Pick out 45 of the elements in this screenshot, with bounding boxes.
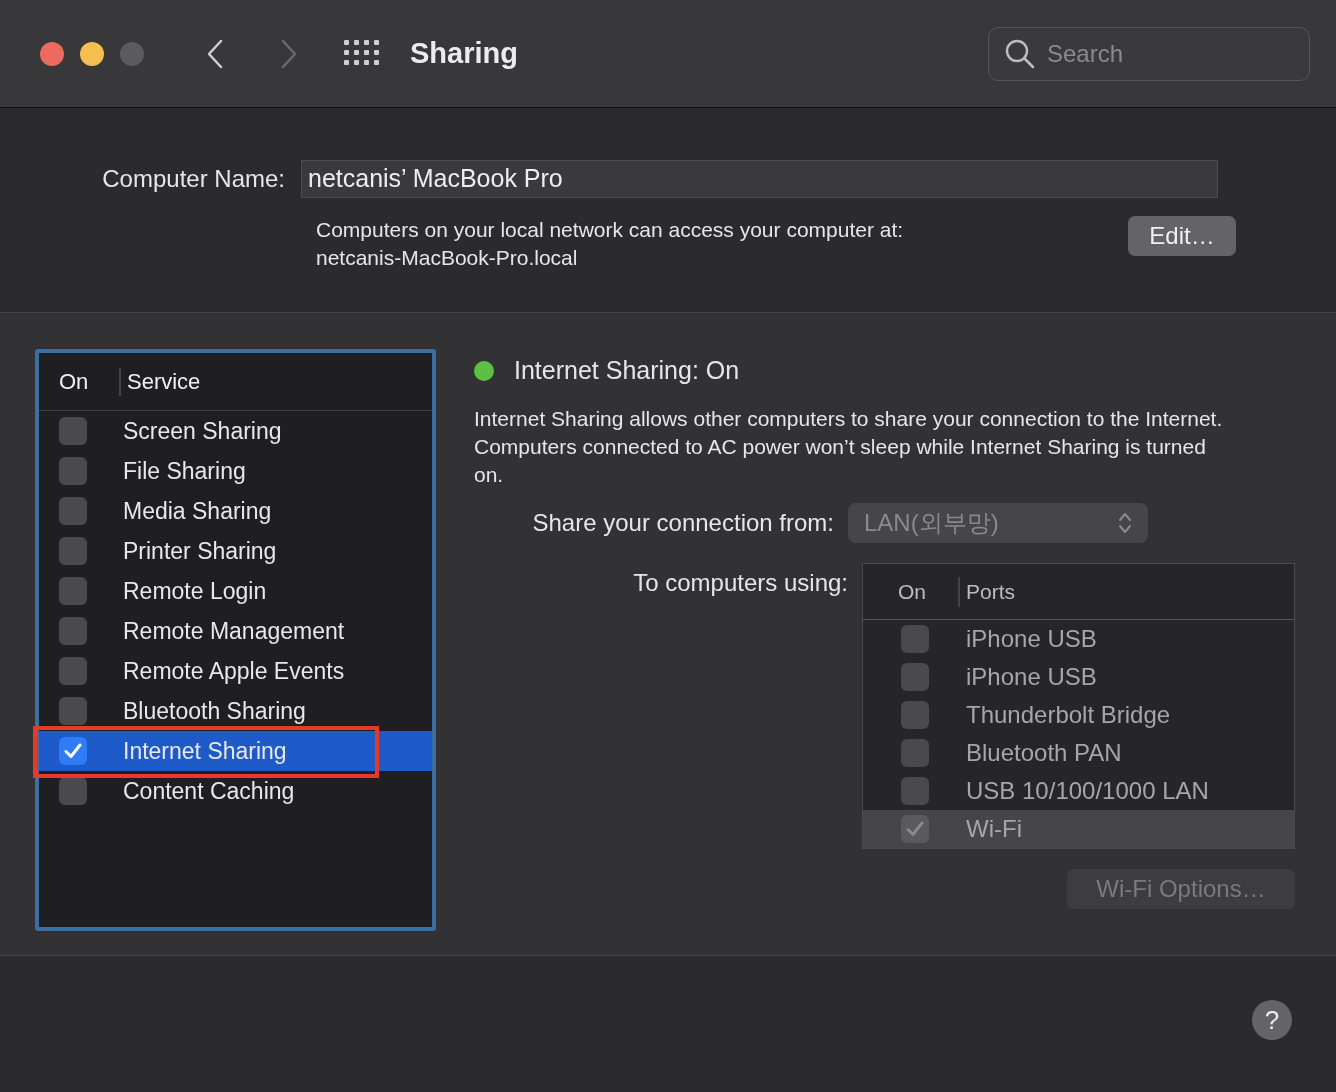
checkbox[interactable]	[59, 777, 87, 805]
checkbox[interactable]	[59, 737, 87, 765]
close-button[interactable]	[40, 41, 64, 66]
column-header[interactable]: Service	[121, 365, 201, 398]
window-title: Sharing	[410, 35, 518, 71]
service-row[interactable]: Remote Login	[39, 571, 432, 611]
checkbox[interactable]	[59, 617, 87, 645]
forward-icon[interactable]	[280, 38, 298, 69]
local-address: netcanis-MacBook-Pro.local	[316, 245, 579, 271]
share-from-label: Share your connection from:	[531, 508, 835, 538]
checkbox[interactable]	[59, 417, 87, 445]
service-row[interactable]: Internet Sharing	[39, 731, 432, 771]
service-row[interactable]: Remote Apple Events	[39, 651, 432, 691]
checkmark-icon	[906, 821, 924, 837]
service-row[interactable]: Media Sharing	[39, 491, 432, 531]
service-row[interactable]: Screen Sharing	[39, 411, 432, 451]
checkbox[interactable]	[59, 537, 87, 565]
service-row[interactable]: Printer Sharing	[39, 531, 432, 571]
search-input[interactable]: Search	[1047, 35, 1267, 72]
network-access-note: Computers on your local network can access your computer at:	[316, 217, 904, 243]
checkbox[interactable]	[59, 457, 87, 485]
help-button[interactable]: ?	[1252, 1000, 1292, 1040]
checkbox[interactable]	[59, 497, 87, 525]
service-row[interactable]: File Sharing	[39, 451, 432, 491]
grid-icon[interactable]	[344, 39, 380, 68]
edit-button[interactable]: Edit…	[1128, 216, 1236, 256]
checkmark-icon	[64, 743, 82, 759]
column-header[interactable]: On	[39, 365, 119, 398]
computer-name-field[interactable]: netcanis’ MacBook Pro	[301, 160, 1218, 198]
service-row[interactable]: Remote Management	[39, 611, 432, 651]
stepper-icon	[1118, 511, 1132, 535]
checkbox[interactable]	[59, 697, 87, 725]
back-icon[interactable]	[206, 38, 224, 69]
checkbox[interactable]	[59, 577, 87, 605]
minimize-button[interactable]	[80, 41, 104, 66]
search-icon	[1005, 38, 1035, 69]
service-row[interactable]: Content Caching	[39, 771, 432, 811]
status-title: Internet Sharing: On	[514, 355, 740, 387]
zoom-button[interactable]	[120, 41, 144, 66]
computer-name-label: Computer Name:	[101, 164, 286, 194]
search-field[interactable]: Search	[988, 26, 1310, 81]
description-text: Internet Sharing allows other computers to share your connection to the Internet. Computers connected to AC power won’t sleep while Internet Sharing is turned on.	[474, 406, 1224, 488]
checkbox[interactable]	[59, 657, 87, 685]
service-row[interactable]: Bluetooth Sharing	[39, 691, 432, 731]
to-computers-label: To computers using:	[632, 568, 849, 598]
